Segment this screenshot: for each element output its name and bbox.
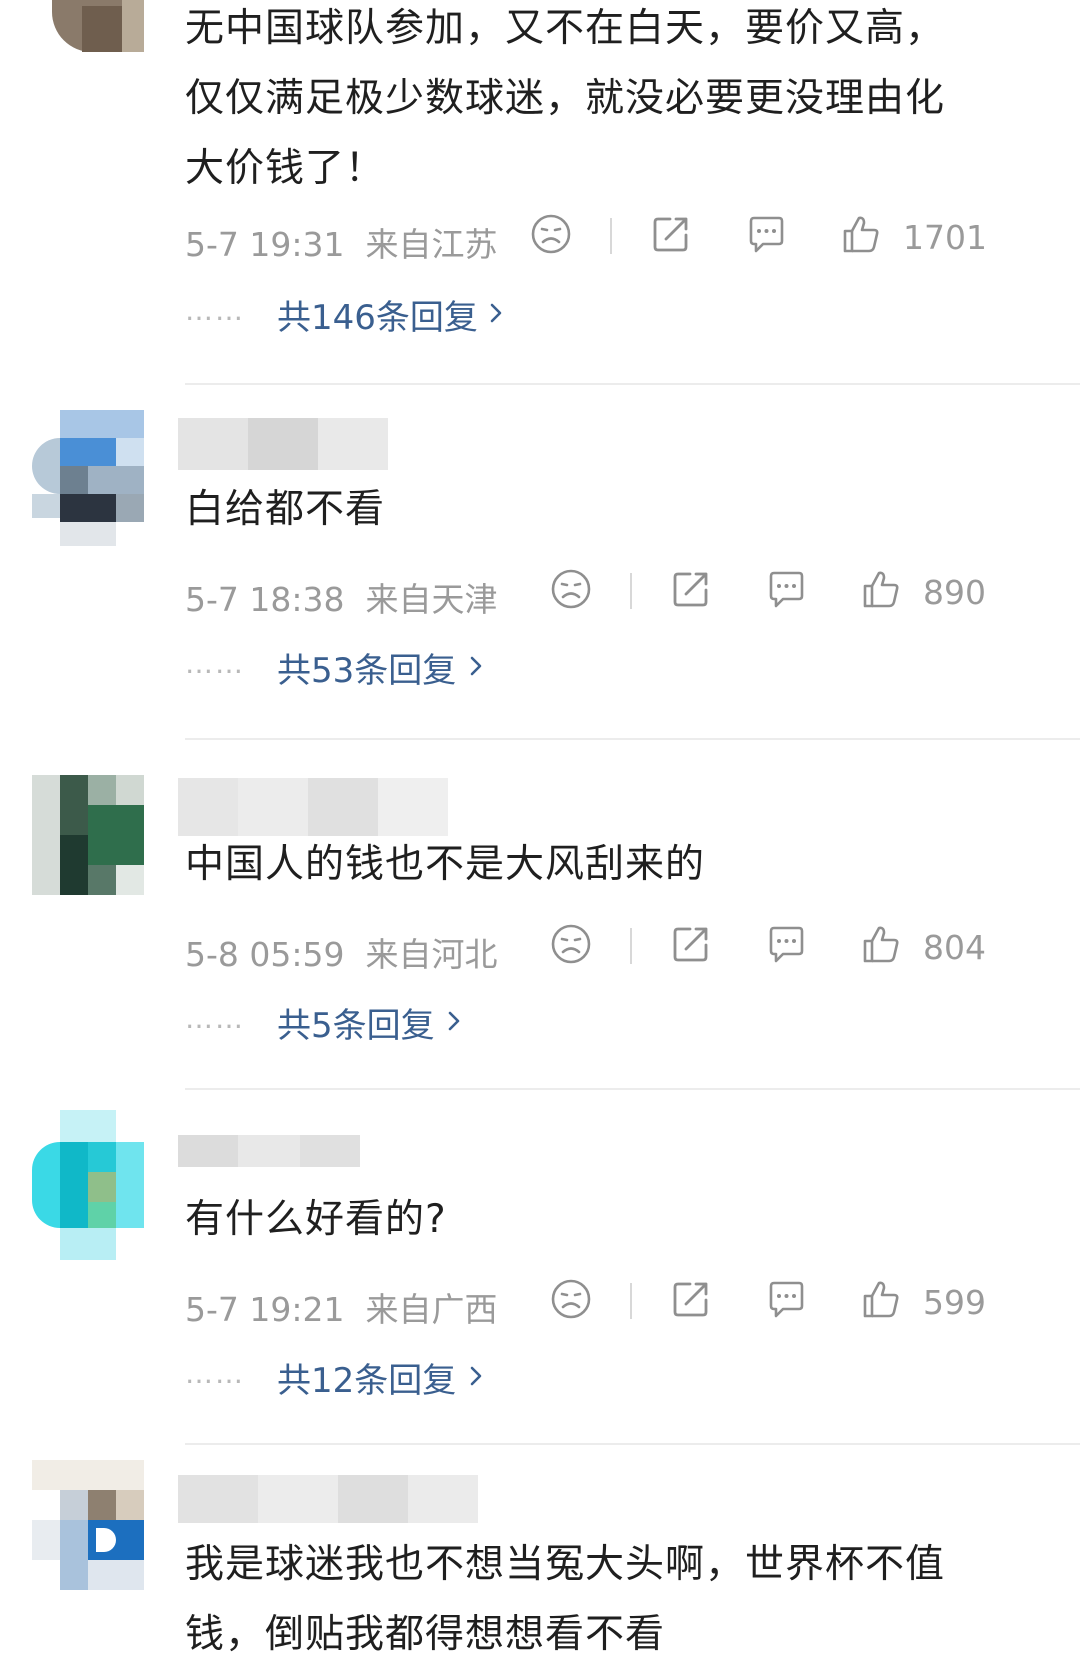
comment-timestamp: 5-8 05:59 来自河北 [185,928,497,976]
sad-face-icon[interactable] [550,1278,592,1320]
chevron-right-icon [465,1365,487,1387]
replies-link[interactable]: 共53条回复 [277,643,456,692]
view-replies-button[interactable]: …… 共5条回复 [185,998,685,1048]
replies-link[interactable]: 共146条回复 [277,290,478,339]
chevron-right-icon [485,302,507,324]
comment-icon[interactable] [765,568,807,610]
time-text: 5-8 05:59 [185,935,345,974]
chevron-right-icon [443,1010,465,1032]
comment-text-line: 大价钱了！ [185,146,386,191]
location-text: 来自天津 [365,580,498,619]
replies-link[interactable]: 共5条回复 [277,998,435,1047]
comment-text-line: 有什么好看的? [185,1197,447,1242]
comment-text-line: 仅仅满足极少数球迷，就没必要更没理由化 [185,76,946,121]
like-count: 599 [923,1283,986,1322]
comment-icon[interactable] [765,923,807,965]
thumbs-up-icon[interactable] [860,923,902,965]
comment-timestamp: 5-7 18:38 来自天津 [185,573,497,621]
view-replies-button[interactable]: …… 共12条回复 [185,1353,685,1403]
share-icon[interactable] [670,1278,712,1320]
avatar[interactable] [32,1460,144,1590]
reply-dots: …… [185,647,245,680]
comment-meta: 5-7 18:38 来自天津 890 [185,565,1025,619]
comment-divider [185,1088,1080,1090]
time-text: 5-7 19:31 [185,225,345,264]
location-text: 来自河北 [365,935,498,974]
comment-text-line: 我是球迷我也不想当冤大头啊，世界杯不值 [185,1542,946,1587]
comment-text: 无中国球队参加，又不在白天，要价又高， 仅仅满足极少数球迷，就没必要更没理由化 … [185,0,1005,204]
like-count: 804 [923,928,986,967]
username[interactable] [178,418,388,480]
view-replies-button[interactable]: …… 共146条回复 [185,290,685,340]
replies-link[interactable]: 共12条回复 [277,1353,456,1402]
like-count: 1701 [903,218,987,257]
comment-text: 有什么好看的? [185,1185,1005,1255]
reply-dots: …… [185,294,245,327]
sad-face-icon[interactable] [530,213,572,255]
like-count: 890 [923,573,986,612]
view-replies-button[interactable]: …… 共53条回复 [185,643,685,693]
reply-dots: …… [185,1002,245,1035]
reply-dots: …… [185,1357,245,1390]
avatar[interactable] [32,0,144,52]
thumbs-up-icon[interactable] [860,1278,902,1320]
time-text: 5-7 19:21 [185,1290,345,1329]
thumbs-up-icon[interactable] [860,568,902,610]
divider [630,1283,632,1319]
comment-divider [185,383,1080,385]
divider [630,928,632,964]
comment-text: 我是球迷我也不想当冤大头啊，世界杯不值 钱，倒贴我都得想想看不看 [185,1530,1005,1670]
comment-timestamp: 5-7 19:31 来自江苏 [185,218,497,266]
comment-text: 中国人的钱也不是大风刮来的 [185,830,1005,900]
comment-divider [185,1443,1080,1445]
chevron-right-icon [465,655,487,677]
avatar[interactable] [32,1110,144,1260]
comment-meta: 5-7 19:21 来自广西 599 [185,1275,1025,1329]
location-text: 来自江苏 [365,225,498,264]
username[interactable] [178,1475,478,1537]
comment-timestamp: 5-7 19:21 来自广西 [185,1283,497,1331]
comment-divider [185,738,1080,740]
share-icon[interactable] [670,568,712,610]
comment-text-line: 中国人的钱也不是大风刮来的 [185,842,706,887]
location-text: 来自广西 [365,1290,498,1329]
comment-icon[interactable] [745,213,787,255]
comment-meta: 5-7 19:31 来自江苏 1701 [185,210,1025,264]
comment-text-line: 钱，倒贴我都得想想看不看 [185,1612,666,1657]
divider [630,573,632,609]
share-icon[interactable] [650,213,692,255]
thumbs-up-icon[interactable] [840,213,882,255]
sad-face-icon[interactable] [550,568,592,610]
avatar[interactable] [32,775,144,895]
share-icon[interactable] [670,923,712,965]
sad-face-icon[interactable] [550,923,592,965]
divider [610,218,612,254]
avatar[interactable] [32,410,144,546]
time-text: 5-7 18:38 [185,580,345,619]
comment-text: 白给都不看 [185,475,1005,545]
comment-meta: 5-8 05:59 来自河北 804 [185,920,1025,974]
comment-icon[interactable] [765,1278,807,1320]
comment-text-line: 无中国球队参加，又不在白天，要价又高， [185,6,946,51]
comment-text-line: 白给都不看 [185,487,386,532]
